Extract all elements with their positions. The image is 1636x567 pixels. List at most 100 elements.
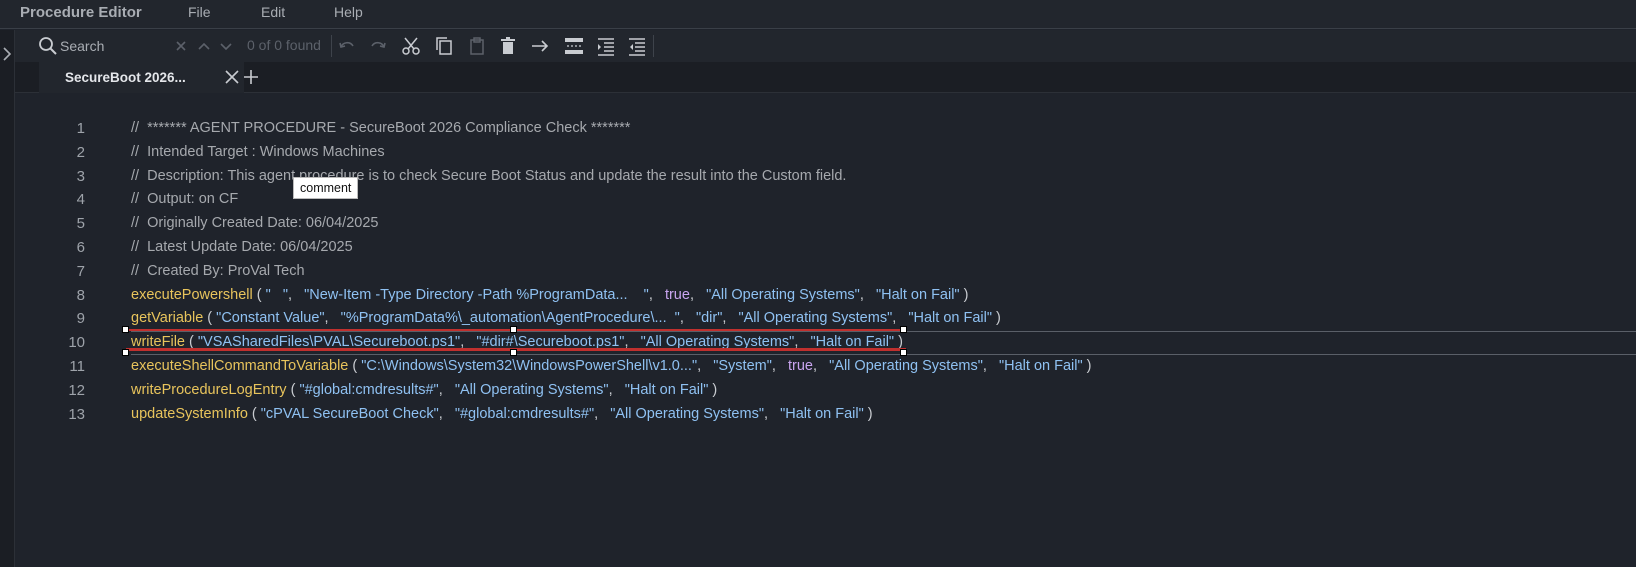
cut-icon[interactable]	[400, 35, 422, 57]
delete-icon[interactable]	[497, 35, 519, 57]
code-line[interactable]: 6 // Latest Update Date: 06/04/2025	[15, 236, 1636, 260]
code-line[interactable]: 5 // Originally Created Date: 06/04/2025	[15, 212, 1636, 236]
function-name: updateSystemInfo	[131, 405, 248, 422]
code-text: // Intended Target : Windows Machines	[131, 144, 385, 160]
comment-text: // Intended Target : Windows Machines	[131, 143, 385, 160]
code-editor[interactable]: 1 // ******* AGENT PROCEDURE - SecureBoot…	[15, 93, 1636, 567]
argument: "%ProgramData%\_automation\AgentProcedur…	[340, 310, 680, 327]
code-line[interactable]: 3 // Description: This agent procedure is…	[15, 165, 1636, 189]
code-text: writeProcedureLogEntry ( "#global:cmdres…	[131, 382, 717, 398]
argument: " "	[265, 286, 288, 303]
indent-icon[interactable]	[595, 35, 617, 57]
search-input[interactable]	[60, 35, 170, 57]
code-line[interactable]: 13 updateSystemInfo ( "cPVAL SecureBoot C…	[15, 403, 1636, 427]
redo-icon[interactable]	[367, 35, 389, 57]
tab-bar: SecureBoot 2026...	[15, 62, 1636, 93]
argument: "All Operating Systems"	[738, 310, 893, 327]
comma: ,	[679, 310, 696, 327]
selection-handle[interactable]	[510, 326, 517, 333]
code-text: // Created By: ProVal Tech	[131, 263, 305, 279]
comma: ,	[859, 286, 876, 303]
close-icon[interactable]	[225, 70, 239, 84]
comma: ,	[438, 405, 455, 422]
paste-icon[interactable]	[466, 35, 488, 57]
argument: "New-Item -Type Directory -Path %Program…	[304, 286, 649, 303]
line-number: 5	[76, 215, 85, 233]
open-paren: (	[203, 310, 217, 327]
outdent-icon[interactable]	[626, 35, 648, 57]
selection-handle[interactable]	[122, 326, 129, 333]
add-tab-icon[interactable]	[243, 69, 259, 85]
argument: "All Operating Systems"	[610, 405, 764, 422]
menu-help[interactable]: Help	[334, 4, 363, 20]
open-paren: (	[348, 358, 362, 374]
line-number: 9	[76, 310, 85, 328]
argument: true	[664, 286, 690, 303]
line-number: 12	[68, 381, 85, 399]
argument: true	[788, 358, 813, 374]
open-paren: (	[286, 381, 300, 398]
title-bar: Procedure Editor File Edit Help	[0, 0, 1636, 29]
selection-handle[interactable]	[900, 349, 907, 356]
code-line[interactable]: 11 executeShellCommandToVariable ( "C:\Wi…	[15, 355, 1636, 379]
comma: ,	[763, 405, 781, 422]
function-name: executePowershell	[131, 286, 253, 303]
comma: ,	[892, 310, 909, 327]
tooltip: comment	[293, 177, 359, 199]
code-text: updateSystemInfo ( "cPVAL SecureBoot Che…	[131, 406, 873, 422]
comma: ,	[288, 286, 305, 303]
search-result-count: 0 of 0 found	[247, 37, 321, 53]
line-number: 13	[68, 405, 85, 423]
code-line[interactable]: 7 // Created By: ProVal Tech	[15, 260, 1636, 284]
next-match-icon[interactable]	[215, 35, 237, 57]
function-name: getVariable	[131, 310, 204, 327]
close-paren: )	[1082, 358, 1092, 374]
close-paren: )	[708, 381, 718, 398]
insert-line-icon[interactable]	[563, 35, 585, 57]
comment-text: // Created By: ProVal Tech	[131, 262, 305, 279]
undo-icon[interactable]	[336, 35, 358, 57]
side-panel-toggle[interactable]	[0, 30, 15, 567]
argument: "#global:cmdresults#"	[454, 405, 595, 422]
line-number: 10	[68, 334, 85, 352]
comment-text: // Latest Update Date: 06/04/2025	[131, 239, 353, 255]
tab-secureboot[interactable]: SecureBoot 2026...	[39, 62, 244, 93]
line-number: 8	[76, 286, 85, 304]
selection-handle[interactable]	[122, 349, 129, 356]
open-paren: (	[247, 405, 261, 422]
code-text: // Description: This agent procedure is …	[131, 168, 846, 184]
code-line[interactable]: 2 // Intended Target : Windows Machines	[15, 141, 1636, 165]
selection-handle[interactable]	[900, 326, 907, 333]
comment-text: // ******* AGENT PROCEDURE - SecureBoot …	[131, 120, 631, 136]
comma: ,	[438, 381, 455, 398]
argument: "Halt on Fail"	[999, 358, 1083, 374]
copy-icon[interactable]	[433, 35, 455, 57]
clear-search-icon[interactable]	[170, 35, 192, 57]
code-line[interactable]: 1 // ******* AGENT PROCEDURE - SecureBoot…	[15, 117, 1636, 141]
code-text: getVariable ( "Constant Value", "%Progra…	[131, 310, 1001, 326]
code-line[interactable]: 12 writeProcedureLogEntry ( "#global:cmdr…	[15, 379, 1636, 403]
selection-handle[interactable]	[510, 349, 517, 356]
argument: "All Operating Systems"	[706, 286, 860, 303]
app-title: Procedure Editor	[20, 4, 142, 21]
toolbar: 0 of 0 found	[15, 30, 1636, 62]
close-paren: )	[992, 310, 1001, 327]
line-number: 3	[76, 167, 85, 185]
menu-file[interactable]: File	[188, 4, 211, 20]
code-line[interactable]: 4 // Output: on CF	[15, 188, 1636, 212]
code-line[interactable]: 8 executePowershell ( " ", "New-Item -Typ…	[15, 284, 1636, 308]
menu-edit[interactable]: Edit	[261, 4, 285, 20]
comma: ,	[982, 358, 999, 374]
previous-match-icon[interactable]	[193, 35, 215, 57]
argument: "C:\Windows\System32\WindowsPowerShell\v…	[361, 358, 698, 374]
line-number: 11	[69, 358, 85, 375]
code-line[interactable]: 9 getVariable ( "Constant Value", "%Progr…	[15, 307, 1636, 331]
comma: ,	[648, 286, 665, 303]
line-number: 4	[76, 191, 85, 209]
search-icon	[39, 37, 57, 55]
goto-line-icon[interactable]	[529, 35, 551, 57]
search-box	[38, 34, 173, 58]
code-text: // Latest Update Date: 06/04/2025	[131, 239, 353, 255]
comment-text: // Originally Created Date: 06/04/2025	[131, 215, 379, 232]
function-name: writeProcedureLogEntry	[131, 381, 287, 398]
